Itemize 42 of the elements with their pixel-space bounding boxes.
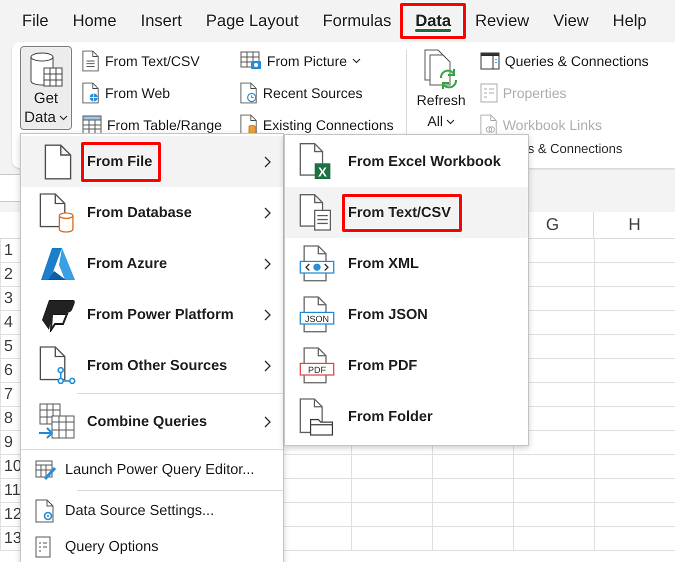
options-list-icon bbox=[35, 536, 51, 558]
refresh-icon bbox=[423, 48, 460, 90]
column-header[interactable]: H bbox=[593, 212, 675, 238]
menu-item[interactable]: Launch Power Query Editor... bbox=[21, 452, 283, 488]
menu-item[interactable]: From Text/CSV bbox=[285, 187, 528, 238]
menu-item[interactable]: From Azure bbox=[21, 238, 283, 289]
menu-item[interactable]: From Power Platform bbox=[21, 289, 283, 340]
menu-item[interactable]: Query Options bbox=[21, 529, 283, 562]
caret-icon bbox=[446, 118, 455, 124]
panel-icon bbox=[480, 52, 500, 70]
clock-file-icon bbox=[240, 82, 258, 104]
text-file-icon bbox=[82, 50, 100, 72]
menu-item[interactable]: From Database bbox=[21, 187, 283, 238]
table-edit-icon bbox=[35, 459, 57, 481]
picture-table-icon bbox=[240, 51, 262, 71]
menu-item[interactable]: PDF From PDF bbox=[285, 340, 528, 391]
menu-item[interactable]: From Other Sources bbox=[21, 340, 283, 391]
caret-icon bbox=[58, 114, 68, 120]
azure-icon bbox=[40, 246, 76, 280]
menu-item[interactable]: From XML bbox=[285, 238, 528, 289]
web-file-icon bbox=[82, 82, 100, 104]
ribbon-command[interactable]: Queries & Connections bbox=[478, 49, 651, 73]
refresh-all-button[interactable]: Refresh All bbox=[412, 46, 470, 130]
document-gear-icon bbox=[35, 499, 55, 523]
menu-item[interactable]: JSON From JSON bbox=[285, 289, 528, 340]
ribbon-command[interactable]: From Web bbox=[80, 81, 224, 105]
get-data-button[interactable]: Get Data bbox=[20, 46, 72, 130]
ribbon-tab[interactable]: Data bbox=[400, 3, 466, 39]
menu-item[interactable]: X From Excel Workbook bbox=[285, 136, 528, 187]
ribbon-command[interactable]: From Picture bbox=[238, 49, 396, 73]
caret-icon bbox=[352, 58, 362, 64]
menu-item[interactable]: Combine Queries bbox=[21, 396, 283, 447]
database-table-icon bbox=[29, 51, 63, 89]
connector-icon bbox=[39, 344, 77, 386]
file-icon bbox=[44, 142, 72, 180]
ribbon-command[interactable]: From Text/CSV bbox=[80, 49, 224, 73]
properties-icon bbox=[480, 83, 498, 103]
menu-item[interactable]: From Folder bbox=[285, 391, 528, 442]
ribbon-command[interactable]: Recent Sources bbox=[238, 81, 396, 105]
menu-item[interactable]: Data Source Settings... bbox=[21, 493, 283, 529]
menu-item[interactable]: From File bbox=[21, 136, 283, 187]
power-platform-icon bbox=[39, 298, 77, 332]
